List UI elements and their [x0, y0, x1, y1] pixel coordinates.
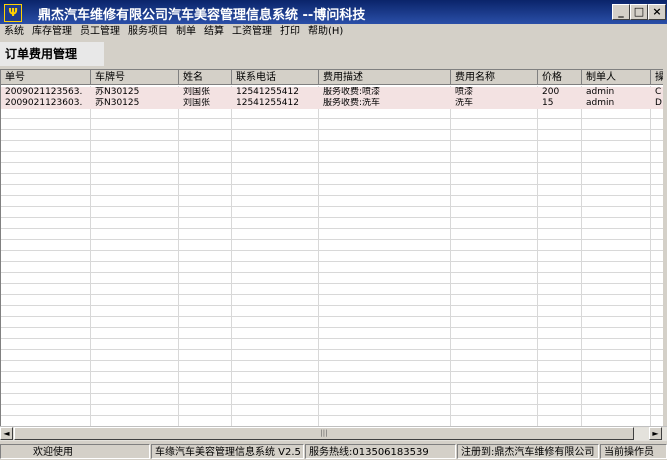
column-header-creator[interactable]: 制单人 [582, 70, 651, 85]
column-header-fee-name[interactable]: 费用名称 [451, 70, 538, 85]
horizontal-scrollbar[interactable]: ◄ ||| ► [0, 426, 667, 441]
module-title: 订单费用管理 [0, 42, 104, 66]
column-header-phone[interactable]: 联系电话 [232, 70, 319, 85]
grid-body[interactable]: 2009021123563. 苏N30125 刘国张 12541255412 服… [1, 86, 663, 427]
menu-inventory[interactable]: 库存管理 [28, 24, 76, 39]
menu-settlement[interactable]: 结算 [200, 24, 228, 39]
cell-plate: 苏N30125 [95, 87, 140, 97]
column-header-plate[interactable]: 车牌号 [91, 70, 179, 85]
column-header-order-no[interactable]: 单号 [1, 70, 91, 85]
cell-price: 15 [542, 98, 554, 108]
status-welcome: 欢迎使用 [0, 444, 150, 459]
cell-fee-name: 洗车 [455, 98, 474, 108]
table-row[interactable]: 2009021123563. 苏N30125 刘国张 12541255412 服… [1, 87, 663, 98]
column-header-fee-desc[interactable]: 费用描述 [319, 70, 451, 85]
column-header-name[interactable]: 姓名 [179, 70, 232, 85]
minimize-button[interactable]: _ [612, 4, 630, 20]
title-bar: Ψ 鼎杰汽车维修有限公司汽车美容管理信息系统 --博问科技 _ □ × [0, 0, 667, 24]
cell-fee-desc: 服务收费:洗车 [323, 98, 381, 108]
menu-services[interactable]: 服务项目 [124, 24, 172, 39]
column-header-action[interactable]: 操 [651, 70, 663, 85]
cell-plate: 苏N30125 [95, 98, 140, 108]
status-operator: 当前操作员 [600, 444, 667, 459]
cell-order-no: 2009021123563. [5, 87, 83, 97]
menu-system[interactable]: 系统 [0, 24, 28, 39]
maximize-button[interactable]: □ [630, 4, 648, 20]
cell-action: C [655, 87, 662, 97]
cell-name: 刘国张 [183, 98, 211, 108]
status-hotline: 服务热线:013506183539 [305, 444, 456, 459]
app-icon[interactable]: Ψ [4, 4, 22, 22]
close-button[interactable]: × [648, 4, 666, 20]
scroll-left-button[interactable]: ◄ [0, 427, 13, 440]
order-fee-grid[interactable]: 单号 车牌号 姓名 联系电话 费用描述 费用名称 价格 制单人 操 200902… [0, 69, 663, 427]
status-bar: 欢迎使用 车缘汽车美容管理信息系统 V2.5 服务热线:013506183539… [0, 443, 667, 460]
menu-orders[interactable]: 制单 [172, 24, 200, 39]
cell-fee-desc: 服务收费:喷漆 [323, 87, 381, 97]
table-row[interactable]: 2009021123603. 苏N30125 刘国张 12541255412 服… [1, 98, 663, 109]
grid-header: 单号 车牌号 姓名 联系电话 费用描述 费用名称 价格 制单人 操 [1, 70, 663, 86]
cell-price: 200 [542, 87, 560, 97]
cell-action: D [655, 98, 662, 108]
status-version: 车缘汽车美容管理信息系统 V2.5 [151, 444, 304, 459]
menu-staff[interactable]: 员工管理 [76, 24, 124, 39]
cell-name: 刘国张 [183, 87, 211, 97]
scroll-right-button[interactable]: ► [649, 427, 662, 440]
cell-creator: admin [586, 98, 615, 108]
status-registered: 注册到:鼎杰汽车维修有限公司 [457, 444, 599, 459]
menu-bar: 系统 库存管理 员工管理 服务项目 制单 结算 工资管理 打印 帮助(H) [0, 24, 667, 39]
window-title: 鼎杰汽车维修有限公司汽车美容管理信息系统 --博问科技 [38, 8, 366, 23]
cell-phone: 12541255412 [236, 98, 299, 108]
menu-print[interactable]: 打印 [276, 24, 304, 39]
column-header-price[interactable]: 价格 [538, 70, 582, 85]
scroll-thumb[interactable]: ||| [14, 427, 634, 440]
cell-phone: 12541255412 [236, 87, 299, 97]
menu-help[interactable]: 帮助(H) [304, 24, 347, 39]
menu-payroll[interactable]: 工资管理 [228, 24, 276, 39]
cell-order-no: 2009021123603. [5, 98, 83, 108]
cell-fee-name: 喷漆 [455, 87, 474, 97]
cell-creator: admin [586, 87, 615, 97]
